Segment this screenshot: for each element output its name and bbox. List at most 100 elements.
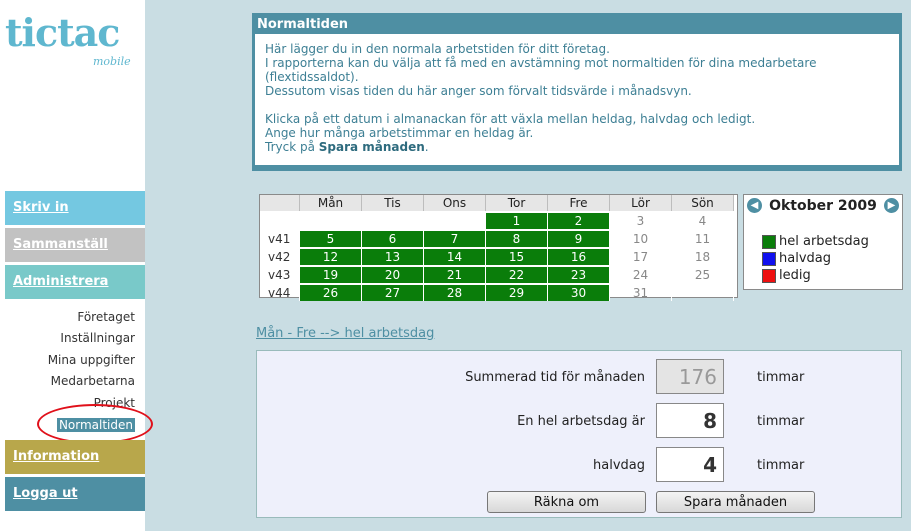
info-paragraph-2: Klicka på ett datum i almanackan för att… [265, 112, 889, 154]
calendar-day[interactable]: 13 [362, 249, 424, 265]
next-month-arrow-icon[interactable]: ▶ [884, 198, 899, 213]
tictac-logo[interactable]: tictac mobile [5, 8, 135, 69]
info-line: . [424, 140, 429, 154]
calendar-day[interactable]: 5 [300, 231, 362, 247]
nav-information[interactable]: Information [5, 440, 145, 474]
calendar-day[interactable]: 17 [610, 249, 672, 265]
calendar-day[interactable]: 10 [610, 231, 672, 247]
calendar-day[interactable]: 1 [486, 213, 548, 229]
calendar-day[interactable]: 29 [486, 285, 548, 301]
calendar-day[interactable]: 20 [362, 267, 424, 283]
full-day-label: En hel arbetsdag är [517, 414, 645, 429]
calendar-day[interactable]: 14 [424, 249, 486, 265]
calendar-day[interactable]: 6 [362, 231, 424, 247]
sum-hours-field [656, 359, 724, 394]
legend-swatch-red [762, 268, 776, 283]
calendar-row: v44 26 27 28 29 30 31 [260, 285, 737, 301]
calendar-day[interactable]: 12 [300, 249, 362, 265]
month-header: ◀ Oktober 2009 ▶ [744, 195, 902, 217]
calendar-day[interactable]: 18 [672, 249, 734, 265]
calendar-row: v41 5 6 7 8 9 10 11 [260, 231, 737, 247]
nav-administrera[interactable]: Administrera [5, 265, 145, 299]
subnav-projekt[interactable]: Projekt [94, 396, 135, 410]
calendar-day[interactable]: 31 [610, 285, 672, 301]
info-panel: Normaltiden Här lägger du in den normala… [252, 13, 902, 171]
full-day-hours-input[interactable] [656, 403, 724, 438]
day-header: Lör [610, 195, 672, 211]
calendar-day[interactable]: 4 [672, 213, 734, 229]
calendar-row: 1 2 3 4 [260, 213, 737, 229]
calendar-day[interactable]: 26 [300, 285, 362, 301]
calendar: Mån Tis Ons Tor Fre Lör Sön 1 2 3 4 v41 … [259, 194, 738, 301]
half-day-hours-input[interactable] [656, 447, 724, 482]
legend-label: ledig [779, 268, 811, 283]
calendar-day[interactable]: 21 [424, 267, 486, 283]
calendar-day[interactable]: 24 [610, 267, 672, 283]
day-header: Sön [672, 195, 734, 211]
month-title: Oktober 2009 [769, 198, 877, 214]
full-day-unit: timmar [757, 414, 805, 429]
week-number: v42 [260, 249, 300, 265]
logo-text: tictac [5, 10, 120, 55]
legend-label: hel arbetsdag [779, 234, 869, 249]
subnav-foretaget[interactable]: Företaget [77, 310, 135, 324]
legend-swatch-green [762, 234, 776, 249]
subnav-installningar[interactable]: Inställningar [60, 331, 135, 345]
calendar-header: Mån Tis Ons Tor Fre Lör Sön [260, 195, 737, 211]
info-line: Dessutom visas tiden du här anger som fö… [265, 84, 692, 98]
info-body: Här lägger du in den normala arbetstiden… [255, 34, 899, 165]
half-day-unit: timmar [757, 458, 805, 473]
legend-item: hel arbetsdag [762, 233, 869, 250]
week-number: v44 [260, 285, 300, 301]
calendar-day[interactable]: 9 [548, 231, 610, 247]
calendar-empty [300, 213, 362, 229]
logo-subtitle: mobile [93, 55, 131, 68]
info-bold-save: Spara månaden [318, 140, 425, 154]
hours-form: Summerad tid för månaden timmar En hel a… [256, 350, 902, 518]
calendar-day[interactable]: 3 [610, 213, 672, 229]
calendar-row: v43 19 20 21 22 23 24 25 [260, 267, 737, 283]
prev-month-arrow-icon[interactable]: ◀ [747, 198, 762, 213]
recalculate-button[interactable]: Räkna om [487, 491, 646, 513]
calendar-day[interactable]: 30 [548, 285, 610, 301]
info-paragraph-1: Här lägger du in den normala arbetstiden… [265, 42, 889, 98]
save-month-button[interactable]: Spara månaden [656, 491, 815, 513]
subnav-normaltiden[interactable]: Normaltiden [56, 418, 135, 432]
info-line: (flextidssaldot). [265, 70, 359, 84]
mon-fri-full-day-link[interactable]: Mån - Fre --> hel arbetsdag [256, 326, 434, 341]
calendar-row: v42 12 13 14 15 16 17 18 [260, 249, 737, 265]
info-title: Normaltiden [257, 17, 349, 32]
legend-label: halvdag [779, 251, 831, 266]
sum-label: Summerad tid för månaden [465, 370, 645, 385]
calendar-day[interactable]: 25 [672, 267, 734, 283]
sidebar: tictac mobile Skriv in Sammanställ Admin… [0, 0, 153, 531]
half-day-label: halvdag [593, 458, 645, 473]
day-header: Tis [362, 195, 424, 211]
sum-unit: timmar [757, 370, 805, 385]
legend-item: halvdag [762, 250, 869, 267]
calendar-day[interactable]: 22 [486, 267, 548, 283]
calendar-day[interactable]: 28 [424, 285, 486, 301]
nav-sammanstall[interactable]: Sammanställ [5, 228, 145, 262]
subnav-mina-uppgifter[interactable]: Mina uppgifter [48, 353, 135, 367]
legend-swatch-blue [762, 251, 776, 266]
calendar-empty [672, 285, 734, 301]
calendar-day[interactable]: 11 [672, 231, 734, 247]
calendar-day[interactable]: 23 [548, 267, 610, 283]
calendar-day[interactable]: 27 [362, 285, 424, 301]
day-header: Ons [424, 195, 486, 211]
calendar-day[interactable]: 2 [548, 213, 610, 229]
subnav-medarbetarna[interactable]: Medarbetarna [51, 374, 135, 388]
month-widget: ◀ Oktober 2009 ▶ hel arbetsdag halvdag l… [743, 194, 903, 290]
calendar-day[interactable]: 16 [548, 249, 610, 265]
calendar-day[interactable]: 15 [486, 249, 548, 265]
day-header: Tor [486, 195, 548, 211]
calendar-day[interactable]: 19 [300, 267, 362, 283]
calendar-day[interactable]: 8 [486, 231, 548, 247]
calendar-empty [362, 213, 424, 229]
nav-logga-ut[interactable]: Logga ut [5, 477, 145, 511]
legend-item: ledig [762, 267, 869, 284]
nav-skriv-in[interactable]: Skriv in [5, 191, 145, 225]
calendar-day[interactable]: 7 [424, 231, 486, 247]
day-header: Fre [548, 195, 610, 211]
